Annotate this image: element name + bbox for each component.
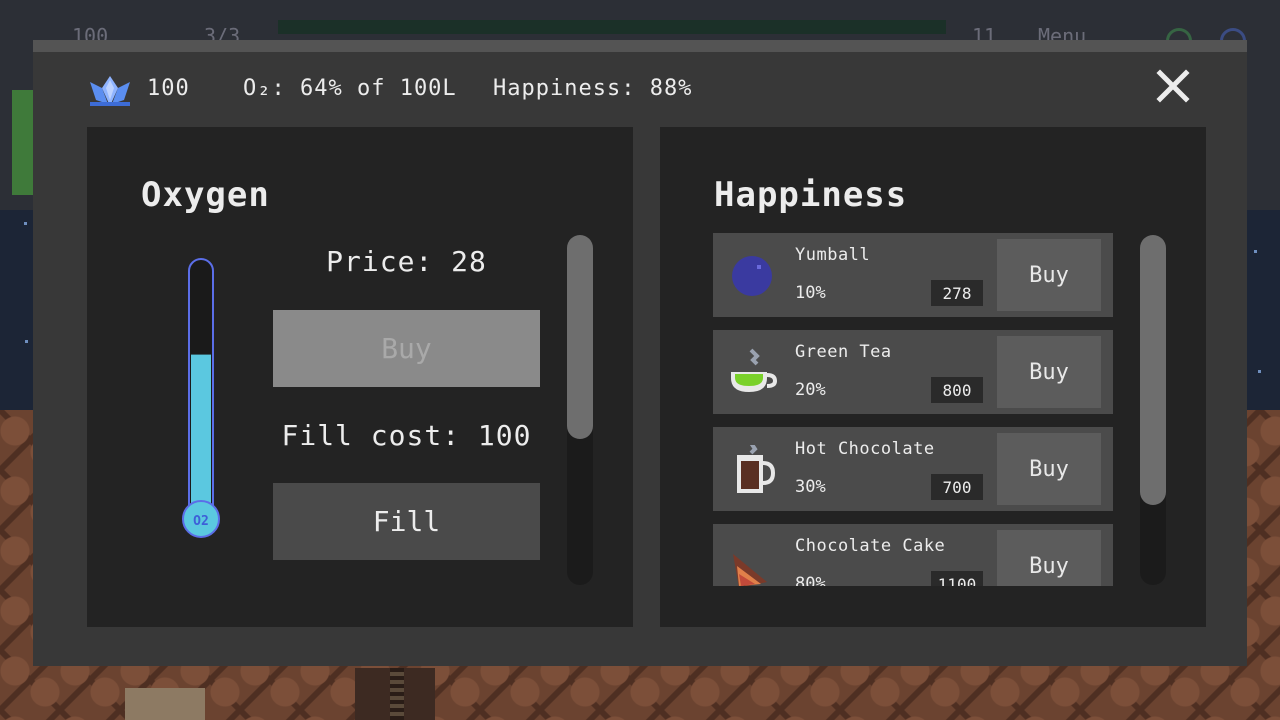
item-percent: 20% [795,380,826,400]
list-item: Green Tea 20% 800 Buy [713,330,1113,414]
happiness-item-list: Yumball 10% 278 Buy Green Tea 20% 800 Bu… [713,233,1113,586]
green-tea-icon [731,348,777,392]
close-icon [1156,69,1190,103]
item-price: 278 [931,280,983,306]
oxygen-level-fill [191,354,211,521]
happiness-scroll-thumb[interactable] [1140,235,1166,505]
oxygen-gauge: O2 [182,258,220,538]
crate [125,688,205,720]
crystal-icon [90,76,130,106]
grass-strip [12,90,34,195]
star [25,340,28,343]
gauge-label: O2 [193,514,209,529]
buy-hot-chocolate-button[interactable]: Buy [997,433,1101,505]
shop-dialog: 100 O₂: 64% of 100L Happiness: 88% Oxyge… [33,40,1247,666]
close-button[interactable] [1151,64,1195,108]
happiness-status: Happiness: 88% [493,76,693,101]
item-price: 800 [931,377,983,403]
item-name: Chocolate Cake [795,536,946,556]
crystal-count: 100 [147,76,190,101]
list-item: Chocolate Cake 80% 1100 Buy [713,524,1113,586]
buy-yumball-button[interactable]: Buy [997,239,1101,311]
list-item: Yumball 10% 278 Buy [713,233,1113,317]
oxygen-scrollbar[interactable] [567,235,593,585]
item-name: Green Tea [795,342,892,362]
oxygen-title: Oxygen [141,175,270,215]
hot-chocolate-icon [737,445,776,493]
happiness-panel: Happiness Yumball 10% 278 Buy Green Tea … [660,127,1206,627]
fill-cost: Fill cost: 100 [281,419,532,452]
item-percent: 80% [795,574,826,586]
item-name: Yumball [795,245,871,265]
item-price: 1100 [931,571,983,586]
buy-chocolate-cake-button[interactable]: Buy [997,530,1101,586]
star [1254,250,1257,253]
background-progress-bar [278,20,946,34]
oxygen-scroll-thumb[interactable] [567,235,593,439]
happiness-title: Happiness [714,175,908,215]
list-item: Hot Chocolate 30% 700 Buy [713,427,1113,511]
item-percent: 10% [795,283,826,303]
oxygen-status: O₂: 64% of 100L [243,76,457,101]
fill-button[interactable]: Fill [273,483,540,560]
chocolate-cake-icon [733,554,767,586]
ladder [390,668,404,720]
oxygen-price: Price: 28 [326,245,487,278]
oxygen-buy-button[interactable]: Buy [273,310,540,387]
star [24,222,27,225]
item-price: 700 [931,474,983,500]
dialog-header: 100 O₂: 64% of 100L Happiness: 88% [33,52,1247,127]
oxygen-panel: Oxygen O2 Price: 28 Buy Fill cost: 100 F… [87,127,633,627]
buy-green-tea-button[interactable]: Buy [997,336,1101,408]
happiness-scrollbar[interactable] [1140,235,1166,585]
item-name: Hot Chocolate [795,439,935,459]
item-percent: 30% [795,477,826,497]
yumball-icon [732,256,772,296]
star [1258,370,1261,373]
